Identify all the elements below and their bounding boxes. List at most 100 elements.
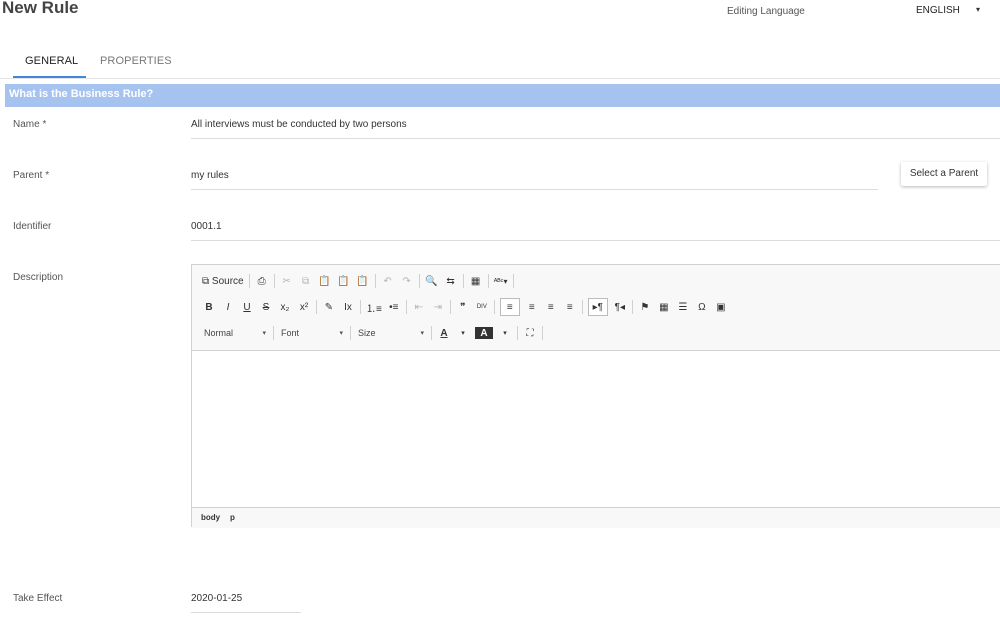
cut-icon[interactable]: ✂ [280,273,294,289]
chevron-down-icon: ▾ [461,330,465,337]
toolbar-separator [350,326,351,340]
numbered-list-icon[interactable]: ⒈≡ [366,299,382,315]
format-combo-value: Normal [204,328,234,338]
size-combo-value: Size [358,328,376,338]
editor-element-path: body p [192,507,1000,528]
editor-toolbar-row-2: B I U Sx₂ x² ✎ Ix ⒈≡ •≡ ⇤ ⇥ ❞ DIV ≡ ≡ ≡ ≡ ▸¶ ¶◂ ⚑ ▦ ☰ Ω ▣ [202,298,728,316]
language-value: ENGLISH [916,5,960,16]
parent-label: Parent * [13,170,50,181]
toolbar-separator [581,300,583,314]
format-combo[interactable]: Normal ▾ [202,325,268,341]
toolbar-separator [631,300,633,314]
paste-text-icon[interactable]: 📋 [337,273,351,289]
copy-format-icon[interactable]: ✎ [322,299,336,315]
section-title: What is the Business Rule? [9,88,154,100]
take-effect-date-field[interactable]: 2020-01-25 [191,593,242,604]
toolbar-separator [248,274,250,288]
anchor-icon[interactable]: ⚑ [638,299,652,315]
bold-icon[interactable]: B [202,299,216,315]
language-select[interactable]: ENGLISH ▾ [916,5,1000,19]
strikethrough-icon[interactable]: S [259,299,273,315]
name-field-underline [191,138,1000,139]
editor-toolbar-row-3: Normal ▾ Font ▾ Size ▾ A ▾ A ▾ ⛶ [202,324,543,342]
chevron-down-icon: ▾ [503,330,507,337]
toolbar-separator [316,300,317,314]
take-effect-label: Take Effect [13,593,63,604]
font-combo[interactable]: Font ▾ [279,325,345,341]
editor-toolbar-row-1: ⧉ Source ⎙ ✂ ⧉ 📋 📋 📋 ↶ ↷ 🔍 ⇆ ▦ ᴬᴮᶜ▾ [202,272,514,290]
text-color-icon[interactable]: A [437,325,451,341]
take-effect-field-underline [191,612,301,613]
toolbar-separator [542,326,543,340]
font-combo-value: Font [281,328,300,338]
select-all-icon[interactable]: ▦ [469,273,483,289]
toolbar-separator [517,326,518,340]
print-icon[interactable]: ⎙ [255,273,269,289]
bulleted-list-icon[interactable]: •≡ [387,299,401,315]
spellcheck-icon[interactable]: ᴬᴮᶜ▾ [494,273,508,289]
path-p[interactable]: p [230,513,235,522]
name-field[interactable]: All interviews must be conducted by two … [191,119,407,130]
chevron-down-icon: ▾ [420,330,424,337]
toolbar-separator [374,274,376,288]
select-parent-button[interactable]: Select a Parent [901,162,987,186]
toolbar-separator [493,300,495,314]
table-icon[interactable]: ▦ [657,299,671,315]
toolbar-separator [431,326,432,340]
rtl-icon[interactable]: ¶◂ [613,299,627,315]
identifier-field[interactable]: 0001.1 [191,221,222,232]
chevron-down-icon: ▾ [339,330,343,337]
tabs-divider [0,78,1000,79]
undo-icon[interactable]: ↶ [381,273,395,289]
toolbar-separator [512,274,514,288]
parent-field-underline [191,189,878,190]
toolbar-separator [273,326,274,340]
toolbar-separator [273,274,275,288]
toolbar-separator [487,274,489,288]
section-header: What is the Business Rule? [5,84,1000,107]
identifier-label: Identifier [13,221,52,232]
source-button[interactable]: ⧉ Source [202,273,244,289]
chevron-down-icon: ▾ [976,5,981,14]
redo-icon[interactable]: ↷ [400,273,414,289]
increase-indent-icon[interactable]: ⇥ [431,299,445,315]
decrease-indent-icon[interactable]: ⇤ [412,299,426,315]
underline-icon[interactable]: U [240,299,254,315]
maximize-icon[interactable]: ⛶ [523,325,537,341]
editor-content-area[interactable] [192,351,1000,507]
tab-general[interactable]: GENERAL [25,55,78,67]
toolbar-separator [449,300,451,314]
paste-icon[interactable]: 📋 [318,273,332,289]
subscript-icon[interactable]: x₂ [278,299,292,315]
align-left-icon[interactable]: ≡ [499,298,520,316]
special-char-icon[interactable]: Ω [695,299,709,315]
ltr-icon[interactable]: ▸¶ [587,298,608,316]
identifier-field-underline [191,240,1000,241]
blockquote-icon[interactable]: ❞ [456,299,470,315]
align-right-icon[interactable]: ≡ [544,299,558,315]
justify-icon[interactable]: ≡ [563,299,577,315]
italic-icon[interactable]: I [221,299,235,315]
paste-word-icon[interactable]: 📋 [356,273,370,289]
background-color-icon[interactable]: A [475,327,493,339]
toolbar-separator [462,274,464,288]
replace-icon[interactable]: ⇆ [444,273,458,289]
name-label: Name * [13,119,47,130]
path-body[interactable]: body [201,513,220,522]
size-combo[interactable]: Size ▾ [356,325,426,341]
align-center-icon[interactable]: ≡ [525,299,539,315]
tab-properties[interactable]: PROPERTIES [100,55,172,67]
page-title: New Rule [2,0,79,17]
toolbar-separator [360,300,361,314]
image-icon[interactable]: ▣ [714,299,728,315]
remove-format-icon[interactable]: Ix [341,299,355,315]
div-container-icon[interactable]: DIV [475,299,489,315]
horizontal-line-icon[interactable]: ☰ [676,299,690,315]
superscript-icon[interactable]: x² [297,299,311,315]
description-label: Description [13,272,64,283]
copy-icon[interactable]: ⧉ [299,273,313,289]
find-icon[interactable]: 🔍 [425,273,439,289]
description-editor: ⧉ Source ⎙ ✂ ⧉ 📋 📋 📋 ↶ ↷ 🔍 ⇆ ▦ ᴬᴮᶜ▾ B I U Sx₂ x² ✎ Ix ⒈≡ •≡ ⇤… [191,264,1000,528]
parent-field[interactable]: my rules [191,170,229,181]
toolbar-separator [405,300,407,314]
